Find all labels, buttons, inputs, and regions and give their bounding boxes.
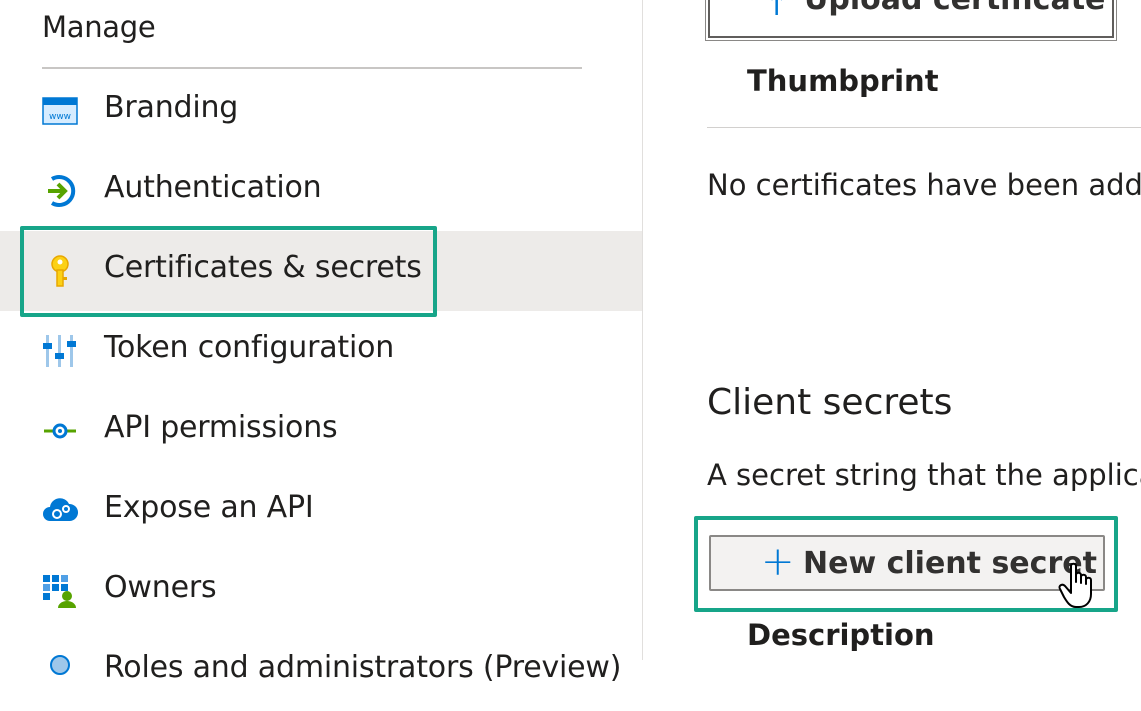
sidebar-item-token-configuration[interactable]: Token configuration xyxy=(0,311,642,391)
sidebar-item-label: API permissions xyxy=(104,410,338,445)
sidebar-item-label: Branding xyxy=(104,90,239,125)
cloud-gear-icon xyxy=(42,493,78,529)
main-content: ↑ Upload certificate Thumbprint No certi… xyxy=(643,0,1141,660)
sidebar-item-roles-administrators[interactable]: Roles and administrators (Preview) xyxy=(0,631,642,711)
sidebar-item-label: Owners xyxy=(104,570,217,605)
upload-certificate-label: Upload certificate xyxy=(804,0,1105,17)
token-configuration-icon xyxy=(42,333,78,369)
highlight-certificates-secrets xyxy=(20,226,437,317)
owners-icon xyxy=(42,573,78,609)
section-title: Manage xyxy=(42,10,156,44)
sidebar-item-authentication[interactable]: Authentication xyxy=(0,151,642,231)
sidebar-item-expose-an-api[interactable]: Expose an API xyxy=(0,471,642,551)
section-divider xyxy=(42,67,582,69)
table-header-divider xyxy=(707,127,1141,128)
branding-icon: www xyxy=(42,93,78,129)
svg-text:www: www xyxy=(49,112,71,122)
sidebar-item-label: Authentication xyxy=(104,170,322,205)
sidebar: Manage www Branding Authentication Certi… xyxy=(0,0,642,685)
highlight-new-client-secret xyxy=(694,516,1118,612)
sidebar-item-branding[interactable]: www Branding xyxy=(0,71,642,151)
upload-certificate-button[interactable]: ↑ Upload certificate xyxy=(705,0,1117,41)
authentication-icon xyxy=(42,173,78,209)
hand-pointer-cursor-icon xyxy=(1058,562,1100,610)
client-secrets-heading: Client secrets xyxy=(707,382,953,423)
api-permissions-icon xyxy=(42,413,78,449)
sidebar-item-api-permissions[interactable]: API permissions xyxy=(0,391,642,471)
sidebar-item-label: Roles and administrators (Preview) xyxy=(104,650,622,685)
sidebar-item-label: Expose an API xyxy=(104,490,314,525)
sidebar-item-label: Token configuration xyxy=(104,330,395,365)
client-secrets-description: A secret string that the application use… xyxy=(707,458,1141,492)
column-header-thumbprint[interactable]: Thumbprint xyxy=(747,64,939,98)
column-header-description[interactable]: Description xyxy=(747,618,935,652)
sidebar-item-owners[interactable]: Owners xyxy=(0,551,642,631)
upload-arrow-icon: ↑ xyxy=(764,0,790,23)
certificates-empty-message: No certificates have been added xyxy=(707,168,1141,202)
roles-icon xyxy=(42,653,78,689)
